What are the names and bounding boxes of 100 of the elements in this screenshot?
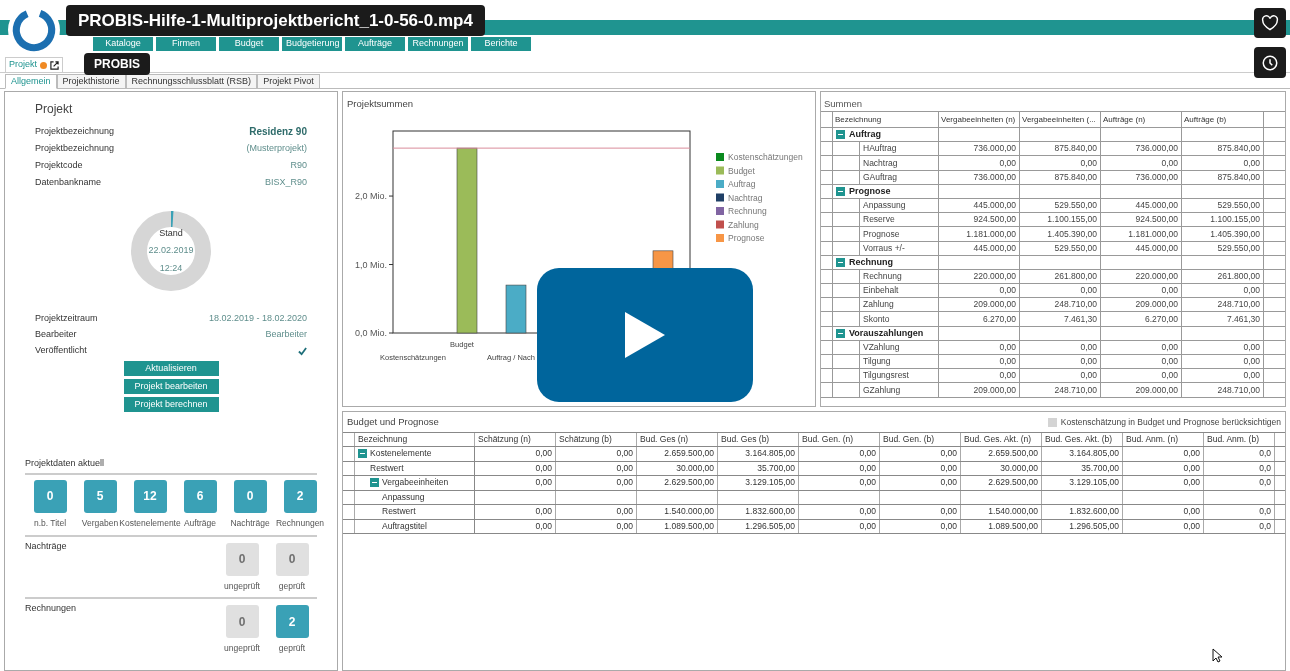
count-tile[interactable]: 12 — [133, 479, 167, 513]
group-label: Vorauszahlungen — [849, 326, 924, 340]
row-label: Skonto — [859, 312, 938, 326]
legend-item: Budget — [716, 165, 755, 176]
legend-label: Zahlung — [728, 219, 759, 230]
action-button[interactable]: Projekt berechnen — [123, 397, 219, 412]
row-label: Reserve — [859, 213, 938, 227]
menu-tab[interactable]: Aufträge — [345, 37, 405, 51]
table-cell: 248.710,00 — [1182, 298, 1264, 312]
row-label: Restwert — [370, 461, 404, 475]
checkbox[interactable] — [1047, 417, 1057, 427]
tile-label: n.b. Titel — [33, 516, 67, 530]
table-cell: 0,00 — [940, 447, 957, 461]
panel-title: Budget und Prognose — [347, 414, 439, 429]
tile-label: geprüft — [278, 579, 306, 593]
count-tile[interactable]: 2 — [275, 605, 309, 639]
count-tile[interactable]: 2 — [283, 479, 317, 513]
like-button[interactable] — [1254, 8, 1286, 38]
channel-name[interactable]: PROBIS — [84, 53, 150, 75]
legend-item: Auftrag — [716, 179, 756, 190]
legend-item: Kostenschätzungen — [716, 152, 803, 163]
menu-tab[interactable]: Budgetierung — [282, 37, 342, 51]
table-cell: 0,00 — [535, 519, 552, 533]
table-cell: 445.000,00 — [1101, 198, 1182, 213]
table-cell: 736.000,00 — [939, 170, 1020, 184]
table-cell: 875.840,00 — [1020, 142, 1101, 156]
column-header: Aufträge (b) — [1182, 112, 1264, 127]
row-label: Nachtrag — [859, 156, 938, 170]
column-header: Bud. Gen. (b) — [880, 433, 961, 446]
table-cell: 0,00 — [859, 447, 876, 461]
collapse-icon[interactable] — [836, 328, 845, 338]
menu-tab[interactable]: Berichte — [471, 37, 531, 51]
table-cell: 0,00 — [939, 369, 1020, 383]
field-label: Projektcode — [35, 158, 83, 172]
collapse-icon[interactable] — [358, 449, 367, 459]
table-cell: 0,00 — [939, 284, 1020, 298]
count-tile[interactable]: 0 — [225, 605, 259, 639]
play-button[interactable] — [537, 268, 753, 402]
tab[interactable]: Projekthistorie — [56, 74, 126, 89]
count-tile[interactable]: 6 — [183, 479, 217, 513]
table-cell: 0,00 — [1101, 156, 1182, 170]
menu-tab[interactable]: Rechnungen — [408, 37, 468, 51]
table-cell: 0,00 — [1101, 369, 1182, 383]
checkbox[interactable] — [298, 346, 307, 356]
table-cell: 0,00 — [1101, 284, 1182, 298]
column-header: Vergabeeinheiten (n) — [939, 112, 1020, 127]
external-link-icon[interactable] — [50, 60, 59, 70]
field-label: Projektzeitraum — [35, 312, 98, 326]
document-tab[interactable]: Projekt — [5, 57, 63, 72]
action-button[interactable]: Projekt bearbeiten — [123, 379, 219, 394]
collapse-icon[interactable] — [836, 187, 845, 196]
clock-icon — [1261, 53, 1279, 72]
legend-label: Prognose — [728, 233, 765, 244]
count-tile[interactable]: 0 — [233, 479, 267, 513]
table-cell: 0,00 — [1020, 284, 1101, 298]
count-tile[interactable]: 0 — [33, 479, 67, 513]
count-tile[interactable]: 0 — [275, 542, 309, 576]
row-label: Rechnung — [859, 269, 938, 284]
table-cell: 3.164.805,00 — [745, 447, 795, 461]
table-cell: 0,00 — [1020, 369, 1101, 383]
table-cell: 529.550,00 — [1020, 241, 1101, 255]
table-cell: 0,0 — [1259, 476, 1271, 490]
field-value: (Musterprojekt) — [246, 141, 307, 155]
tab[interactable]: Allgemein — [5, 74, 57, 89]
collapse-icon[interactable] — [836, 257, 845, 267]
table-cell: 0,00 — [1183, 461, 1200, 475]
tab[interactable]: Rechnungsschlussblatt (RSB) — [125, 74, 258, 89]
legend-item: Rechnung — [716, 206, 767, 217]
table-cell: 736.000,00 — [1101, 170, 1182, 184]
table-cell: 261.800,00 — [1182, 269, 1264, 284]
y-tick-label: 0,0 Mio. — [354, 328, 387, 339]
table-cell: 0,00 — [939, 156, 1020, 170]
row-label: Tilgung — [859, 355, 938, 369]
table-cell: 0,00 — [1020, 355, 1101, 369]
action-button[interactable]: Aktualisieren — [123, 361, 219, 376]
row-label: Vergabeeinheiten — [382, 476, 449, 490]
count-tile[interactable]: 0 — [225, 542, 259, 576]
collapse-icon[interactable] — [836, 130, 845, 140]
table-cell: 248.710,00 — [1182, 383, 1264, 397]
tile-label: ungeprüft — [224, 642, 260, 655]
collapse-icon[interactable] — [370, 478, 379, 488]
row-label: GAuftrag — [859, 170, 938, 184]
video-title[interactable]: PROBIS-Hilfe-1-Multiprojektbericht_1-0-56-0.mp4 — [66, 5, 485, 36]
table-cell: 3.129.105,00 — [1069, 476, 1119, 490]
table-cell: 2.659.500,00 — [664, 447, 714, 461]
table-cell: 0,00 — [1182, 284, 1264, 298]
count-tile[interactable]: 5 — [83, 479, 117, 513]
menu-tab[interactable]: Kataloge — [93, 37, 153, 51]
field-value: Bearbeiter — [265, 328, 307, 342]
table-cell: 1.405.390,00 — [1020, 227, 1101, 241]
menu-tab[interactable]: Budget — [219, 37, 279, 51]
tab[interactable]: Projekt Pivot — [257, 74, 320, 89]
table-cell: 0,00 — [1183, 476, 1200, 490]
column-header: Bezeichnung — [355, 433, 475, 446]
table-cell: 924.500,00 — [939, 213, 1020, 227]
menu-tab[interactable]: Firmen — [156, 37, 216, 51]
row-label: Auftragstitel — [382, 519, 427, 533]
table-cell: 209.000,00 — [939, 383, 1020, 397]
table-cell: 1.405.390,00 — [1182, 227, 1264, 241]
watch-later-button[interactable] — [1254, 47, 1286, 78]
